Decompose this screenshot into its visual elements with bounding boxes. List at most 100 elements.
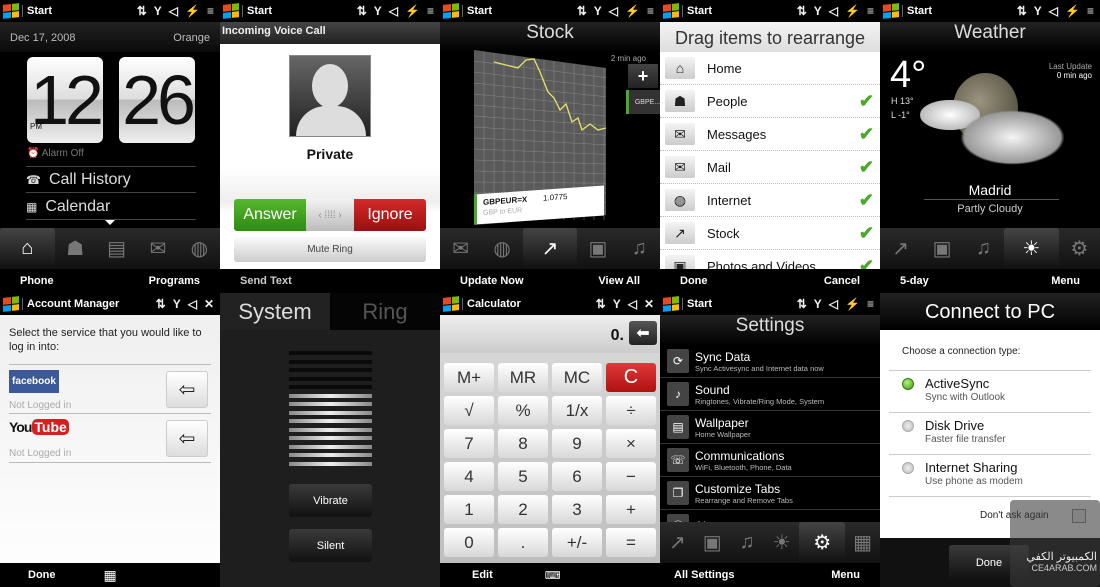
cancel-softkey[interactable]: Cancel (824, 275, 860, 287)
calc-key[interactable]: √ (444, 396, 494, 425)
tab-messages[interactable]: ▤ (96, 228, 137, 269)
calc-key[interactable]: 5 (498, 462, 548, 491)
menu-icon[interactable]: ≡ (207, 4, 214, 18)
alarm-status[interactable]: ⏰ Alarm Off (27, 148, 84, 159)
settings-item[interactable]: ⟳ Sync Data Sync Activesync and Internet d… (660, 345, 880, 378)
mute-ring-button[interactable]: Mute Ring (234, 237, 426, 262)
tab-mail[interactable]: ✉ (137, 228, 178, 269)
tab-settings[interactable]: ⚙ (1059, 228, 1100, 269)
answer-slider[interactable]: Answer ‹ ⁞⁞⁞⁞ › Ignore (234, 199, 426, 231)
calc-key[interactable]: = (606, 528, 656, 557)
checkbox-checked-icon[interactable]: ✔ (859, 157, 874, 178)
calc-key[interactable]: 1/x (552, 396, 602, 425)
antenna-icon[interactable]: Y (613, 297, 621, 311)
tab-weather[interactable]: ☀ (1004, 228, 1059, 269)
radio-unselected[interactable] (902, 462, 914, 474)
tab-camera[interactable]: ▣ (921, 228, 962, 269)
status-bar[interactable]: Calculator ⇅ Y ◁ ✕ (440, 293, 660, 315)
tab-music[interactable]: ♫ (730, 522, 765, 563)
drag-handle-icon[interactable]: ↗ (665, 222, 695, 244)
settings-item[interactable]: ♪ Sound Ringtones, Vibrate/Ring Mode, Syst… (660, 378, 880, 411)
add-stock-button[interactable]: + (628, 64, 658, 88)
tab-stock[interactable]: ↗ (660, 522, 695, 563)
speaker-icon[interactable]: ◁ (609, 4, 618, 18)
checkbox-checked-icon[interactable]: ✔ (859, 91, 874, 112)
power-plug-icon[interactable]: ⚡ (625, 4, 640, 18)
volume-slider[interactable] (289, 351, 372, 476)
status-bar[interactable]: Start ⇅ Y ◁ ⚡ ≡ (0, 0, 220, 22)
antenna-icon[interactable]: Y (814, 297, 822, 311)
status-icons[interactable]: ⇅ Y ◁ ⚡ ≡ (357, 4, 440, 18)
power-plug-icon[interactable]: ⚡ (845, 4, 860, 18)
status-title[interactable]: Start (22, 5, 137, 17)
status-icons[interactable]: ⇅ Y ◁ ⚡ ≡ (797, 4, 880, 18)
all-settings-softkey[interactable]: All Settings (674, 569, 735, 581)
windows-start-icon[interactable] (663, 3, 679, 19)
list-item[interactable]: ✉ Messages ✔ (660, 118, 880, 151)
status-title[interactable]: Start (682, 5, 797, 17)
signal-data-icon[interactable]: ⇅ (596, 297, 606, 311)
status-title[interactable]: Start (902, 5, 1017, 17)
status-bar[interactable]: Start ⇅ Y ◁ ⚡ ≡ (660, 293, 880, 315)
signal-data-icon[interactable]: ⇅ (797, 4, 807, 18)
menu-icon[interactable]: ≡ (867, 297, 874, 311)
power-plug-icon[interactable]: ⚡ (1065, 4, 1080, 18)
status-icons[interactable]: ⇅ Y ◁ ⚡ ≡ (577, 4, 660, 18)
windows-start-icon[interactable] (663, 296, 679, 312)
tab-camera[interactable]: ▣ (695, 522, 730, 563)
signal-data-icon[interactable]: ⇅ (156, 297, 166, 311)
list-item[interactable]: ↗ Stock ✔ (660, 217, 880, 250)
calc-key[interactable]: + (606, 495, 656, 524)
calc-key[interactable]: ÷ (606, 396, 656, 425)
tab-home[interactable]: ⌂ (0, 228, 55, 269)
silent-button[interactable]: Silent (289, 529, 372, 562)
answer-button[interactable]: Answer (234, 199, 306, 231)
tab-camera[interactable]: ▣ (577, 228, 618, 269)
menu-icon[interactable]: ≡ (427, 4, 434, 18)
antenna-icon[interactable]: Y (374, 4, 382, 18)
status-icons[interactable]: ⇅ Y ◁ ⚡ ≡ (1017, 4, 1100, 18)
calc-key[interactable]: 9 (552, 429, 602, 458)
status-title[interactable]: Account Manager (22, 298, 156, 310)
slider-handle[interactable]: ‹ ⁞⁞⁞⁞ › (306, 199, 354, 231)
softkey-left[interactable]: Send Text (240, 275, 292, 287)
close-icon[interactable]: ✕ (644, 297, 654, 311)
tab-system[interactable]: System (220, 293, 330, 330)
tab-music[interactable]: ♫ (619, 228, 660, 269)
antenna-icon[interactable]: Y (1034, 4, 1042, 18)
tab-mail[interactable]: ✉ (440, 228, 481, 269)
status-icons[interactable]: ⇅ Y ◁ ✕ (596, 297, 660, 311)
windows-start-icon[interactable] (3, 296, 19, 312)
status-icons[interactable]: ⇅ Y ◁ ✕ (156, 297, 220, 311)
list-item[interactable]: ☗ People ✔ (660, 85, 880, 118)
windows-start-icon[interactable] (3, 3, 19, 19)
calc-key[interactable]: 1 (444, 495, 494, 524)
calendar-item[interactable]: ▦ Calendar (26, 194, 196, 220)
edit-softkey[interactable]: Edit (472, 569, 493, 581)
ignore-button[interactable]: Ignore (354, 199, 426, 231)
calc-key[interactable]: 4 (444, 462, 494, 491)
speaker-icon[interactable]: ◁ (188, 297, 197, 311)
connection-option[interactable]: ActiveSync Sync with Outlook (889, 370, 1091, 412)
status-bar[interactable]: Start ⇅ Y ◁ ⚡ ≡ (440, 0, 660, 22)
drag-handle-icon[interactable]: ✉ (665, 123, 695, 145)
menu-icon[interactable]: ≡ (647, 4, 654, 18)
softkey-right[interactable]: Programs (149, 275, 200, 287)
calc-key[interactable]: MR (498, 363, 548, 392)
menu-icon[interactable]: ≡ (867, 4, 874, 18)
call-history-item[interactable]: ☎ Call History (26, 166, 196, 193)
drag-handle-icon[interactable]: ◍ (665, 189, 695, 211)
signal-data-icon[interactable]: ⇅ (577, 4, 587, 18)
antenna-icon[interactable]: Y (154, 4, 162, 18)
speaker-icon[interactable]: ◁ (169, 4, 178, 18)
calc-key[interactable]: 0 (444, 528, 494, 557)
settings-item[interactable]: ❐ Customize Tabs Rearrange and Remove Tabs (660, 477, 880, 510)
close-icon[interactable]: ✕ (204, 297, 214, 311)
checkbox-checked-icon[interactable]: ✔ (859, 124, 874, 145)
radio-selected[interactable] (902, 378, 914, 390)
tab-settings[interactable]: ⚙ (799, 522, 846, 563)
connection-option[interactable]: Internet Sharing Use phone as modem (889, 454, 1091, 496)
signal-data-icon[interactable]: ⇅ (1017, 4, 1027, 18)
tab-internet[interactable]: ◍ (179, 228, 220, 269)
settings-item[interactable]: ☏ Communications WiFi, Bluetooth, Phone, D… (660, 444, 880, 477)
